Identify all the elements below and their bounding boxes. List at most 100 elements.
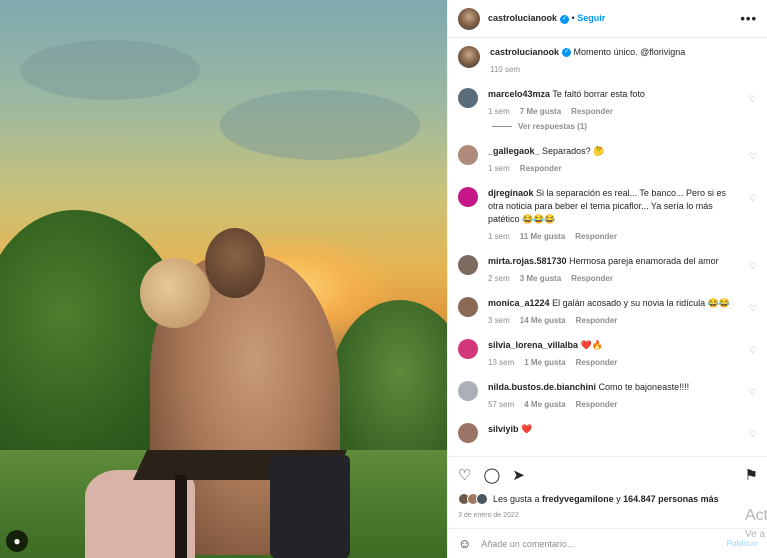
caption-body: castrolucianook ✓ Momento único. @florivi… <box>490 46 757 74</box>
comment-like-heart-icon[interactable]: ♡ <box>749 261 757 272</box>
caption-meta: 110 sem <box>490 65 737 74</box>
save-bookmark-icon[interactable]: ⚑ <box>745 466 758 484</box>
comment-input[interactable] <box>481 538 662 549</box>
comment-body: marcelo43mza Te faltó borrar esta foto 1… <box>488 88 757 116</box>
tagged-users-icon[interactable]: ● <box>6 530 28 552</box>
comment-time: 13 sem <box>488 358 515 367</box>
author-username[interactable]: castrolucianook <box>488 13 557 23</box>
caption-time: 110 sem <box>490 65 521 74</box>
reply-button[interactable]: Responder <box>571 107 613 116</box>
comment-username[interactable]: _gallegaok_ <box>488 146 540 156</box>
likes-count[interactable]: 164.847 personas más <box>623 494 719 504</box>
commenter-avatar[interactable] <box>458 187 478 207</box>
reply-button[interactable]: Responder <box>576 316 618 325</box>
comments-list[interactable]: castrolucianook ✓ Momento único. @florivi… <box>448 38 767 456</box>
post-date[interactable]: 3 de enero de 2022 <box>458 512 758 519</box>
likes-summary[interactable]: Les gusta a fredyvegamilone y 164.847 pe… <box>458 493 758 505</box>
like-heart-icon[interactable]: ♡ <box>458 466 471 484</box>
emoji-icon[interactable]: ☺ <box>458 536 471 551</box>
view-replies-label[interactable]: Ver respuestas (1) <box>518 122 587 131</box>
comment-username[interactable]: nilda.bustos.de.bianchini <box>488 382 596 392</box>
author-block: castrolucianook ✓ • Seguir <box>488 13 605 24</box>
publish-button[interactable]: Publicar <box>726 539 758 548</box>
comment-like-heart-icon[interactable]: ♡ <box>749 151 757 162</box>
comment-username[interactable]: djreginaok <box>488 188 534 198</box>
follow-button[interactable]: Seguir <box>577 13 605 23</box>
comment-like-heart-icon[interactable]: ♡ <box>749 387 757 398</box>
comment-meta: 3 sem 14 Me gusta Responder <box>488 316 737 325</box>
comment-body: mirta.rojas.581730 Hermosa pareja enamor… <box>488 255 757 283</box>
more-options-icon[interactable]: ••• <box>740 11 757 26</box>
comment-likes[interactable]: 1 Me gusta <box>524 358 565 367</box>
comment-meta: 1 sem 7 Me gusta Responder <box>488 107 737 116</box>
post-photo[interactable]: ● <box>0 0 447 558</box>
comment-body: djreginaok Si la separación es real... T… <box>488 187 757 241</box>
commenter-avatar[interactable] <box>458 381 478 401</box>
comment-username[interactable]: monica_a1224 <box>488 298 550 308</box>
commenter-avatar[interactable] <box>458 297 478 317</box>
comment-body: monica_a1224 El galán acosado y su novia… <box>488 297 757 325</box>
comment-likes[interactable]: 11 Me gusta <box>520 232 565 241</box>
comment-like-heart-icon[interactable]: ♡ <box>749 94 757 105</box>
reply-button[interactable]: Responder <box>571 274 613 283</box>
caption-row: castrolucianook ✓ Momento único. @florivi… <box>458 46 757 74</box>
comment-like-heart-icon[interactable]: ♡ <box>749 193 757 204</box>
comment-username[interactable]: marcelo43mza <box>488 89 550 99</box>
comment-text: Hermosa pareja enamorada del amor <box>569 256 719 266</box>
commenter-avatar[interactable] <box>458 423 478 443</box>
comment-likes[interactable]: 14 Me gusta <box>520 316 566 325</box>
comment-text-line: mirta.rojas.581730 Hermosa pareja enamor… <box>488 255 737 268</box>
windows-activation-watermark-sub: Ve a <box>745 529 766 540</box>
comment-item: djreginaok Si la separación es real... T… <box>458 187 757 241</box>
likes-prefix: Les gusta a <box>493 494 543 504</box>
comment-likes[interactable]: 4 Me gusta <box>524 400 565 409</box>
comment-text-line: _gallegaok_ Separados? 🤔 <box>488 145 737 158</box>
caption-avatar[interactable] <box>458 46 480 68</box>
comment-item: mirta.rojas.581730 Hermosa pareja enamor… <box>458 255 757 283</box>
comment-username[interactable]: silvia_lorena_villalba <box>488 340 578 350</box>
photo-man-shorts <box>270 455 350 558</box>
comment-item: nilda.bustos.de.bianchini Como te bajone… <box>458 381 757 409</box>
comment-like-heart-icon[interactable]: ♡ <box>749 303 757 314</box>
comment-time: 1 sem <box>488 232 510 241</box>
comment-username[interactable]: mirta.rojas.581730 <box>488 256 567 266</box>
comment-item: silviyib ❤️ ♡ <box>458 423 757 443</box>
windows-activation-watermark: Act <box>745 507 767 524</box>
commenter-avatar[interactable] <box>458 339 478 359</box>
caption-text: Momento único. @florivigna <box>573 47 686 57</box>
comment-username[interactable]: silviyib <box>488 424 519 434</box>
comment-bubble-icon[interactable]: ◯ <box>483 466 500 484</box>
comment-text-line: nilda.bustos.de.bianchini Como te bajone… <box>488 381 737 394</box>
comment-likes[interactable]: 3 Me gusta <box>520 274 561 283</box>
reply-button[interactable]: Responder <box>575 232 617 241</box>
comment-item: _gallegaok_ Separados? 🤔 1 sem Responder… <box>458 145 757 173</box>
reply-button[interactable]: Responder <box>576 358 618 367</box>
comment-like-heart-icon[interactable]: ♡ <box>749 345 757 356</box>
reply-button[interactable]: Responder <box>520 164 562 173</box>
photo-woman-hair <box>140 258 210 328</box>
comment-time: 1 sem <box>488 164 510 173</box>
commenter-avatar[interactable] <box>458 88 478 108</box>
post-header: castrolucianook ✓ • Seguir ••• <box>448 0 767 38</box>
reply-button[interactable]: Responder <box>576 400 618 409</box>
likes-user[interactable]: fredyvegamilone <box>542 494 614 504</box>
replies-line <box>492 126 512 127</box>
caption-username[interactable]: castrolucianook <box>490 47 559 57</box>
photo-man-head <box>205 228 265 298</box>
commenter-avatar[interactable] <box>458 255 478 275</box>
comment-likes[interactable]: 7 Me gusta <box>520 107 561 116</box>
comment-body: silviyib ❤️ <box>488 423 757 443</box>
comment-time: 57 sem <box>488 400 515 409</box>
comment-meta: 2 sem 3 Me gusta Responder <box>488 274 737 283</box>
share-paper-plane-icon[interactable]: ➤ <box>512 466 525 484</box>
comment-meta: 1 sem Responder <box>488 164 737 173</box>
comment-like-heart-icon[interactable]: ♡ <box>749 429 757 440</box>
action-icons: ♡ ◯ ➤ ⚑ <box>458 463 758 487</box>
commenter-avatar[interactable] <box>458 145 478 165</box>
verified-badge-icon: ✓ <box>562 48 572 58</box>
view-replies-button[interactable]: Ver respuestas (1) <box>492 122 757 131</box>
add-comment-bar: ☺ Publicar <box>448 528 767 558</box>
comment-text-line: silviyib ❤️ <box>488 423 737 436</box>
comment-text: Te faltó borrar esta foto <box>552 89 645 99</box>
author-avatar[interactable] <box>458 7 480 30</box>
